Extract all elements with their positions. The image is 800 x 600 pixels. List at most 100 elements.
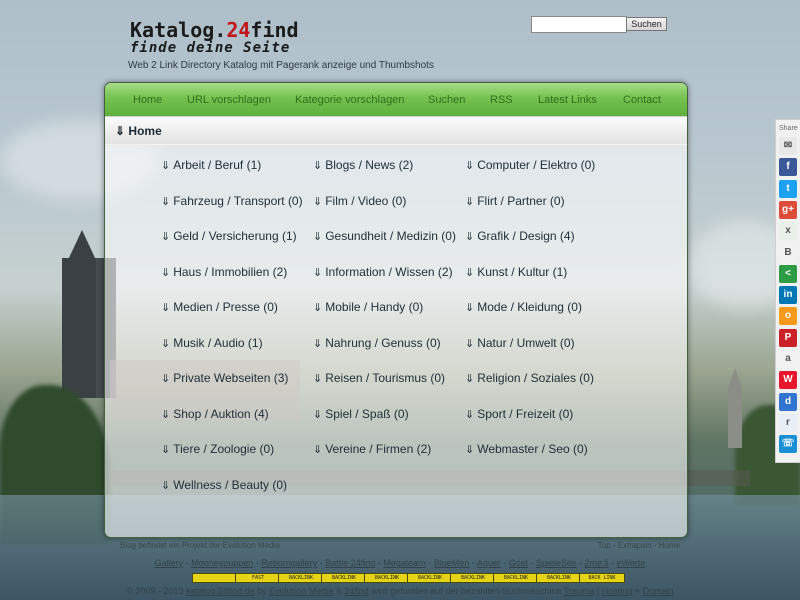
category-label: Information / Wissen (2) [325, 264, 453, 279]
category-link[interactable]: ⇓ Natur / Umwelt (0) [465, 336, 575, 350]
category-link[interactable]: ⇓ Mode / Kleidung (0) [465, 300, 582, 314]
footer-link[interactable]: Megalearn [383, 558, 426, 568]
category-link[interactable]: ⇓ Film / Video (0) [313, 194, 406, 208]
footer-link[interactable]: Gost [509, 558, 528, 568]
category-link[interactable]: ⇓ Shop / Auktion (4) [161, 407, 269, 421]
breadcrumb-home[interactable]: ⇓ Home [115, 124, 162, 138]
category-label: Sport / Freizeit (0) [477, 406, 574, 421]
footer-link[interactable]: Reborngallery [261, 558, 317, 568]
category-link[interactable]: ⇓ Spiel / Spaß (0) [313, 407, 409, 421]
nav-url-vorschlagen[interactable]: URL vorschlagen [187, 94, 271, 106]
reddit-icon[interactable]: r [779, 413, 797, 432]
category-label: Vereine / Firmen (2) [325, 442, 432, 456]
weibo-icon[interactable]: W [779, 371, 797, 390]
category-link[interactable]: ⇓ Tiere / Zoologie (0) [161, 442, 274, 456]
footer-link[interactable]: eWerte [616, 558, 645, 568]
footer-link[interactable]: BlueMen [434, 558, 470, 568]
footer-link[interactable]: Mooneypuppen [191, 558, 253, 568]
down-arrow-icon: ⇓ [161, 231, 171, 243]
facebook-icon[interactable]: f [779, 158, 797, 177]
footer-link[interactable]: 2me.li [584, 558, 608, 568]
nav-rss[interactable]: RSS [490, 94, 513, 106]
down-arrow-icon: ⇓ [313, 266, 323, 279]
footer-evolution-link[interactable]: Evolution Media [269, 586, 333, 596]
backlink-badge[interactable]: BACKLINK [493, 573, 539, 583]
down-arrow-icon: ⇓ [161, 408, 171, 421]
phone-icon[interactable]: ☏ [779, 435, 797, 454]
vk-icon[interactable]: B [779, 243, 797, 262]
nav-kategorie-vorschlagen[interactable]: Kategorie vorschlagen [295, 94, 404, 106]
category-link[interactable]: ⇓ Computer / Elektro (0) [465, 158, 595, 172]
share-icon[interactable]: < [779, 264, 797, 283]
googleplus-icon[interactable]: g+ [779, 200, 797, 219]
category-link[interactable]: ⇓ Geld / Versicherung (1) [161, 229, 297, 243]
footer-trauma-link[interactable]: Trauma [564, 586, 595, 596]
category-link[interactable]: ⇓ Reisen / Tourismus (0) [313, 371, 445, 385]
nav-suchen[interactable]: Suchen [428, 94, 465, 106]
twitter-icon[interactable]: t [779, 179, 797, 198]
category-link[interactable]: ⇓ Information / Wissen (2) [313, 265, 453, 279]
category-link[interactable]: ⇓ Haus / Immobilien (2) [161, 265, 287, 279]
xing-icon[interactable]: x [779, 222, 797, 241]
category-link[interactable]: ⇓ Arbeit / Beruf (1) [161, 158, 261, 172]
backlink-badge[interactable]: BACKLINK [321, 573, 367, 583]
category-link[interactable]: ⇓ Webmaster / Seo (0) [465, 442, 588, 456]
down-arrow-icon: ⇓ [161, 302, 171, 314]
backlink-badge[interactable]: BACKLINK [364, 573, 410, 583]
odnoklassniki-icon[interactable]: o [779, 307, 797, 326]
category-label: Gesundheit / Medizin (0) [325, 229, 456, 243]
footer-link[interactable]: Battle 24find [325, 558, 375, 568]
site-logo[interactable]: Katalog.24find finde deine Seite [130, 20, 299, 56]
category-link[interactable]: ⇓ Blogs / News (2) [313, 158, 413, 172]
backlink-badge[interactable] [192, 573, 238, 583]
search-button[interactable]: Suchen [626, 17, 667, 31]
footer-hosting-link[interactable]: Hosting [602, 586, 633, 596]
backlink-badge[interactable]: BACKLINK [278, 573, 324, 583]
category-link[interactable]: ⇓ Private Webseiten (3) [161, 371, 288, 385]
category-link[interactable]: ⇓ Religion / Soziales (0) [465, 371, 594, 385]
category-link[interactable]: ⇓ Musik / Audio (1) [161, 336, 263, 350]
category-link[interactable]: ⇓ Gesundheit / Medizin (0) [313, 229, 456, 243]
footer-domain-link[interactable]: Domain [643, 586, 674, 596]
footer-link[interactable]: Aquer [477, 558, 501, 568]
footer-project-text: Blog befindet ein Projekt der Evolution … [120, 541, 280, 550]
footer-24find-link[interactable]: 24find [344, 586, 369, 596]
category-link[interactable]: ⇓ Flirt / Partner (0) [465, 194, 565, 208]
nav-latest-links[interactable]: Latest Links [538, 94, 597, 106]
pinterest-icon[interactable]: P [779, 328, 797, 347]
category-link[interactable]: ⇓ Fahrzeug / Transport (0) [161, 194, 303, 208]
nav-home[interactable]: Home [133, 94, 162, 106]
nav-contact[interactable]: Contact [623, 94, 661, 106]
category-grid: ⇓ Arbeit / Beruf (1) ⇓ Blogs / News (2) ⇓ Com… [105, 144, 687, 537]
backlink-badge[interactable]: BACKLINK [450, 573, 496, 583]
category-link[interactable]: ⇓ Wellness / Beauty (0) [161, 478, 287, 492]
footer-top-links[interactable]: Top - Extrapain - Home [598, 541, 680, 550]
down-arrow-icon: ⇓ [465, 266, 475, 279]
category-link[interactable]: ⇓ Kunst / Kultur (1) [465, 265, 567, 279]
backlink-badge[interactable]: FAST [235, 573, 281, 583]
footer-link[interactable]: SpieleSite [536, 558, 577, 568]
category-link[interactable]: ⇓ Vereine / Firmen (2) [313, 442, 431, 456]
category-link[interactable]: ⇓ Mobile / Handy (0) [313, 300, 423, 314]
breadcrumb: ⇓ Home [105, 116, 687, 146]
category-label: Haus / Immobilien (2) [173, 264, 288, 279]
category-link[interactable]: ⇓ Sport / Freizeit (0) [465, 407, 573, 421]
delicious-icon[interactable]: d [779, 392, 797, 411]
category-label: Shop / Auktion (4) [173, 406, 269, 421]
amazon-icon[interactable]: a [779, 350, 797, 368]
category-link[interactable]: ⇓ Medien / Presse (0) [161, 300, 278, 314]
category-link[interactable]: ⇓ Grafik / Design (4) [465, 229, 575, 243]
linkedin-icon[interactable]: in [779, 286, 797, 305]
backlink-badge[interactable]: BACKLINK [407, 573, 453, 583]
footer-link[interactable]: Gallery [155, 558, 184, 568]
share-label: Share [779, 125, 798, 132]
category-label: Tiere / Zoologie (0) [173, 442, 275, 456]
main-nav: Home URL vorschlagen Kategorie vorschlag… [105, 83, 687, 116]
down-arrow-icon: ⇓ [313, 195, 323, 208]
footer-site-link[interactable]: katalog.24find.de [186, 586, 255, 596]
backlink-badge[interactable]: BACKLINK [536, 573, 582, 583]
category-link[interactable]: ⇓ Nahrung / Genuss (0) [313, 336, 441, 350]
search-input[interactable] [531, 16, 627, 33]
email-icon[interactable]: ✉ [779, 137, 797, 155]
backlink-badge[interactable]: BACK LINK [579, 573, 625, 583]
